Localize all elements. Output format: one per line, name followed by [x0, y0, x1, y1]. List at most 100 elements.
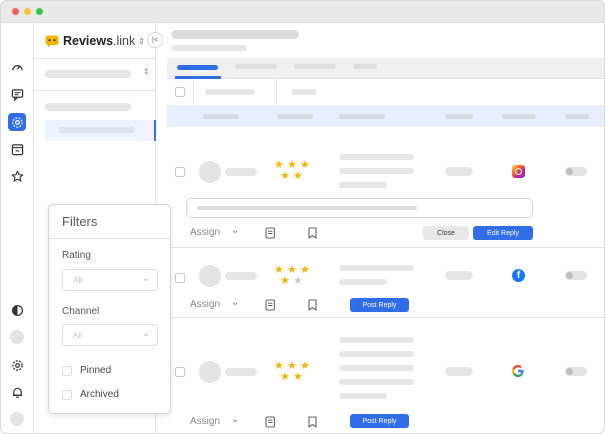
- bookmark-icon[interactable]: [307, 298, 318, 316]
- reply-textarea[interactable]: [186, 198, 533, 218]
- review-text-placeholder: [339, 351, 414, 357]
- gear-icon[interactable]: [9, 357, 25, 373]
- note-icon[interactable]: [265, 298, 276, 316]
- placeholder-icon: [10, 330, 24, 344]
- workspace-selector-chevron-icon[interactable]: ⇕: [143, 67, 150, 76]
- row-checkbox[interactable]: [175, 367, 185, 377]
- archived-checkbox[interactable]: [62, 390, 72, 400]
- nav-section-placeholder: [45, 103, 131, 111]
- title-bar: [1, 1, 604, 23]
- rating-select-value: All: [73, 276, 82, 285]
- pinned-label: Pinned: [80, 365, 112, 376]
- chat-icon[interactable]: [9, 86, 25, 102]
- archived-label: Archived: [80, 389, 119, 400]
- chevron-down-icon[interactable]: ⌄: [231, 225, 239, 236]
- tab-2[interactable]: [235, 64, 277, 69]
- assign-label[interactable]: Assign: [190, 299, 220, 310]
- divider: [276, 79, 277, 105]
- status-pill-placeholder: [445, 271, 473, 280]
- review-text-placeholder: [339, 182, 387, 188]
- dashboard-icon[interactable]: [9, 59, 25, 75]
- channel-select[interactable]: All ⌄: [62, 324, 158, 346]
- review-text-placeholder: [339, 379, 414, 385]
- review-text-placeholder: [339, 154, 414, 160]
- page-title-placeholder: [171, 30, 299, 39]
- app-window: Reviews .link ⇕ |< ⇕ ★ ★ ★ ★ ★ Assign ⌄ …: [0, 0, 605, 434]
- reviewer-name-placeholder: [225, 368, 257, 376]
- publish-toggle[interactable]: [565, 271, 587, 280]
- edit-reply-button[interactable]: Edit Reply: [473, 226, 533, 240]
- calendar-icon[interactable]: [9, 141, 25, 157]
- review-text-placeholder: [339, 265, 414, 271]
- rating-select[interactable]: All ⌄: [62, 269, 158, 291]
- avatar: [199, 265, 221, 287]
- row-divider: [167, 247, 604, 248]
- tab-3[interactable]: [294, 64, 336, 69]
- channel-select-value: All: [73, 331, 82, 340]
- filters-popover: Filters Rating All ⌄ Channel All ⌄ Pinne…: [48, 204, 171, 414]
- tab-4[interactable]: [353, 64, 377, 69]
- star-filled-icon: ★: [280, 371, 290, 383]
- review-text-placeholder: [339, 168, 414, 174]
- tabs-underline: [167, 78, 604, 79]
- bell-icon[interactable]: [9, 384, 25, 400]
- collapse-sidebar-icon[interactable]: |<: [147, 32, 163, 48]
- bookmark-icon[interactable]: [307, 226, 318, 244]
- avatar: [199, 361, 221, 383]
- divider: [34, 90, 156, 91]
- chevron-down-icon[interactable]: ⌄: [231, 297, 239, 308]
- divider: [34, 58, 156, 59]
- col-header: [203, 114, 239, 119]
- maximize-window-dot[interactable]: [36, 8, 43, 15]
- google-icon: [511, 364, 525, 378]
- brand-logo-icon: [45, 35, 59, 48]
- col-header: [339, 114, 385, 119]
- assign-label[interactable]: Assign: [190, 227, 220, 238]
- note-icon[interactable]: [265, 226, 276, 244]
- bookmark-icon[interactable]: [307, 415, 318, 433]
- facebook-icon: f: [512, 269, 525, 282]
- nav-item-active[interactable]: [45, 120, 156, 141]
- brand-switch-icon[interactable]: ⇕: [138, 37, 145, 46]
- close-window-dot[interactable]: [12, 8, 19, 15]
- select-all-checkbox[interactable]: [175, 87, 185, 97]
- tab-active[interactable]: [177, 65, 218, 70]
- brand: Reviews .link ⇕: [45, 34, 145, 48]
- review-text-placeholder: [339, 279, 387, 285]
- assign-label[interactable]: Assign: [190, 416, 220, 427]
- brand-suffix: .link: [113, 34, 136, 48]
- star-icon[interactable]: [9, 168, 25, 184]
- pinned-checkbox[interactable]: [62, 366, 72, 376]
- table-header: [167, 105, 604, 127]
- star-filled-icon: ★: [280, 170, 290, 182]
- star-filled-icon: ★: [293, 371, 303, 383]
- settings-active-icon[interactable]: [8, 113, 26, 131]
- star-filled-icon: ★: [280, 275, 290, 287]
- row-checkbox[interactable]: [175, 273, 185, 283]
- workspace-selector-placeholder[interactable]: [45, 70, 131, 78]
- rating-label: Rating: [62, 250, 91, 261]
- close-button[interactable]: Close: [423, 226, 469, 240]
- toolbar-sort-placeholder[interactable]: [291, 89, 317, 95]
- col-header: [277, 114, 313, 119]
- publish-toggle[interactable]: [565, 167, 587, 176]
- post-reply-button[interactable]: Post Reply: [350, 298, 409, 312]
- divider: [193, 79, 194, 105]
- note-icon[interactable]: [265, 415, 276, 433]
- minimize-window-dot[interactable]: [24, 8, 31, 15]
- status-pill-placeholder: [445, 367, 473, 376]
- page-subtitle-placeholder: [171, 45, 247, 51]
- chevron-down-icon[interactable]: ⌄: [231, 414, 239, 425]
- review-text-placeholder: [339, 365, 414, 371]
- chevron-down-icon: ⌄: [141, 328, 150, 339]
- channel-label: Channel: [62, 306, 100, 317]
- theme-toggle-icon[interactable]: [9, 302, 25, 318]
- divider: [49, 238, 170, 239]
- review-text-placeholder: [339, 393, 387, 399]
- avatar[interactable]: [10, 412, 24, 426]
- post-reply-button[interactable]: Post Reply: [350, 414, 409, 428]
- row-checkbox[interactable]: [175, 167, 185, 177]
- publish-toggle[interactable]: [565, 367, 587, 376]
- avatar: [199, 161, 221, 183]
- toolbar-filter-placeholder[interactable]: [205, 89, 255, 95]
